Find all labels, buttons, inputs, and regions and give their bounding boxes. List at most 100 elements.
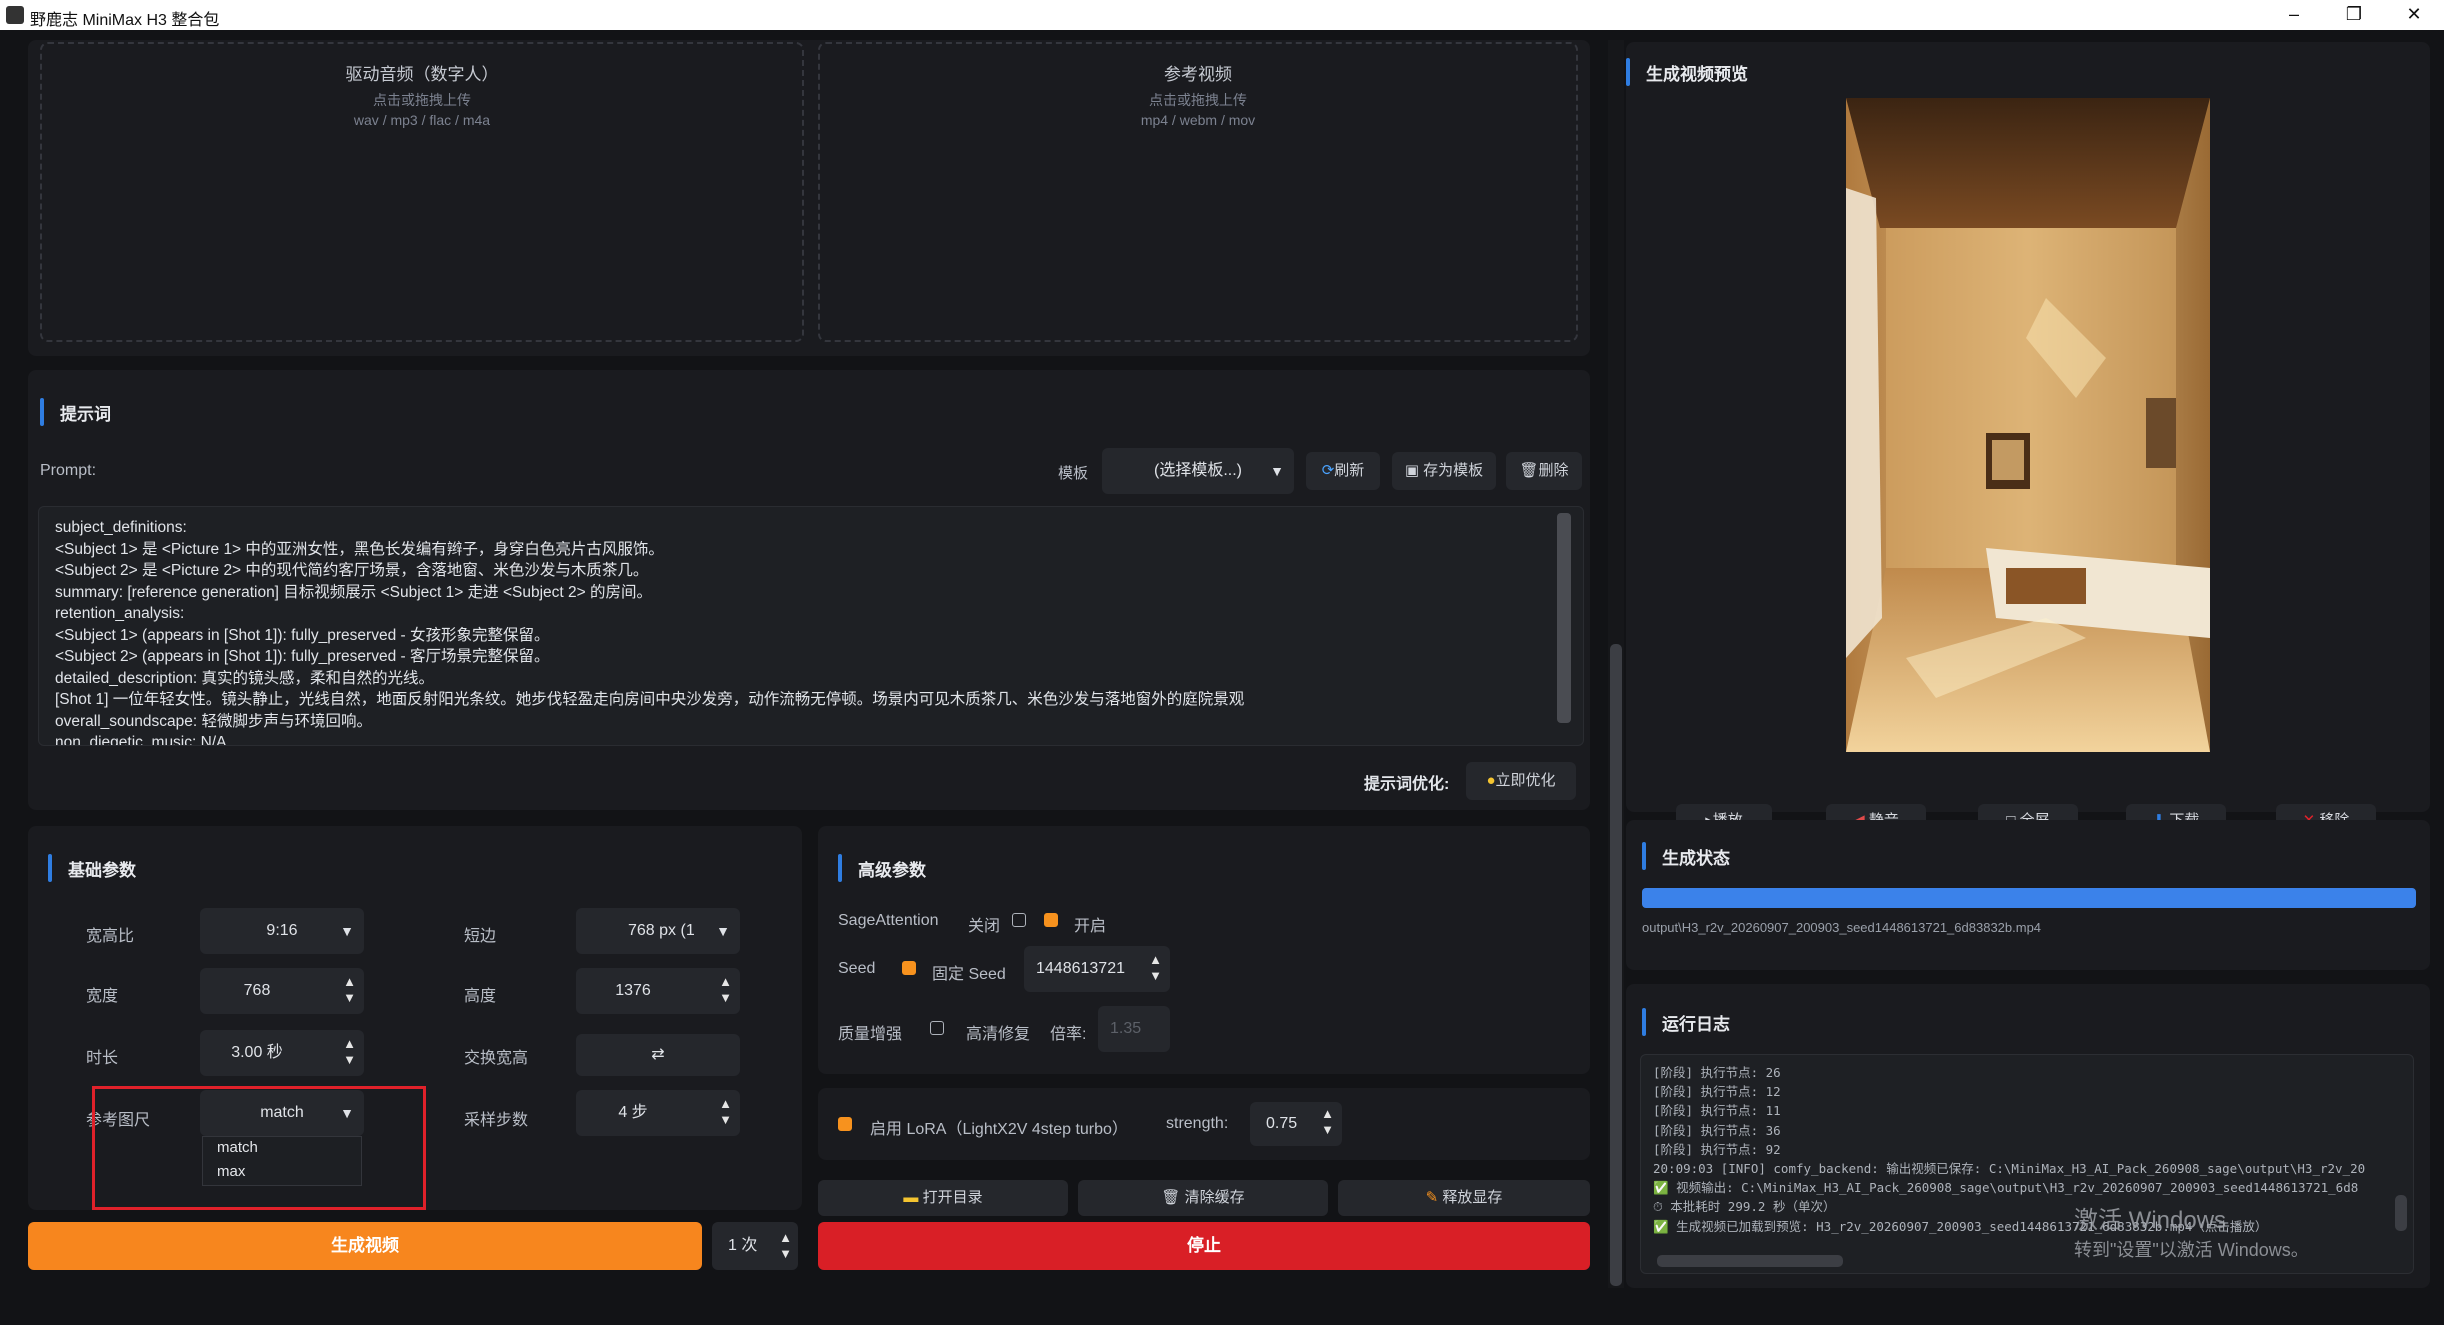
save-icon: ▣ — [1404, 462, 1419, 479]
ratio-label: 倍率: — [1050, 1026, 1087, 1043]
sage-on-checkbox[interactable] — [1044, 913, 1058, 927]
height-spinbox[interactable]: 1376 ▲ ▼ — [576, 968, 740, 1014]
sage-off-checkbox[interactable] — [1012, 913, 1026, 927]
duration-value: 3.00 秒 — [231, 1044, 283, 1061]
prompt-line: subject_definitions: — [55, 519, 187, 536]
minimize-button[interactable]: – — [2264, 0, 2324, 30]
spin-arrows[interactable]: ▲ ▼ — [779, 1230, 792, 1262]
video-frame-image — [1846, 98, 2210, 752]
preview-panel: 生成视频预览 — [1626, 42, 2430, 838]
prompt-line: <Subject 2> 是 <Picture 2> 中的现代简约客厅场景，含落地… — [55, 562, 649, 579]
prompt-text: subject_definitions: <Subject 1> 是 <Pictu… — [55, 517, 1245, 745]
spin-arrows[interactable]: ▲ ▼ — [1321, 1106, 1334, 1138]
lora-label: 启用 LoRA（LightX2V 4step turbo） — [870, 1121, 1128, 1138]
log-title: 运行日志 — [1662, 1015, 1730, 1034]
section-marker — [1642, 1008, 1646, 1036]
clear-cache-button[interactable]: 🗑 清除缓存 — [1078, 1180, 1328, 1216]
video-upload-dropzone[interactable]: 参考视频 点击或拖拽上传 mp4 / webm / mov — [818, 42, 1578, 342]
swap-label: 交换宽高 — [464, 1050, 529, 1067]
aspect-label: 宽高比 — [86, 928, 135, 945]
log-line: [阶段] 执行节点: 36 — [1653, 1122, 1781, 1138]
audio-upload-hint: 点击或拖拽上传 — [373, 92, 471, 108]
spin-arrows[interactable]: ▲ ▼ — [343, 1036, 356, 1068]
main-scrollbar[interactable] — [1608, 40, 1624, 1288]
spin-arrows[interactable]: ▲ ▼ — [343, 974, 356, 1006]
prompt-scrollbar[interactable] — [1557, 513, 1571, 741]
section-marker — [838, 854, 842, 882]
log-line: [阶段] 执行节点: 11 — [1653, 1103, 1781, 1119]
video-preview[interactable] — [1846, 98, 2210, 752]
width-spinbox[interactable]: 768 ▲ ▼ — [200, 968, 364, 1014]
progress-fill — [1642, 888, 2416, 908]
status-title: 生成状态 — [1662, 849, 1730, 868]
prompt-line: retention_analysis: — [55, 605, 185, 622]
basic-params-panel: 基础参数 宽高比 9:16 ▼ 短边 768 px (1 ▼ 宽度 768 ▲ ▼… — [28, 826, 802, 1210]
aspect-value: 9:16 — [266, 922, 298, 939]
short-side-value: 768 px (1 — [628, 922, 695, 939]
prompt-label: Prompt: — [40, 462, 97, 479]
strength-spinbox[interactable]: 0.75 ▲ ▼ — [1250, 1102, 1342, 1146]
steps-spinbox[interactable]: 4 步 ▲ ▼ — [576, 1090, 740, 1136]
hd-checkbox[interactable] — [930, 1021, 944, 1035]
log-line: [阶段] 执行节点: 26 — [1653, 1065, 1781, 1080]
prompt-scrollbar-thumb[interactable] — [1557, 513, 1571, 723]
short-side-select[interactable]: 768 px (1 ▼ — [576, 908, 740, 954]
log-line: [阶段] 执行节点: 12 — [1653, 1084, 1781, 1100]
open-directory-button[interactable]: ▬ 打开目录 — [818, 1180, 1068, 1216]
sage-label: SageAttention — [838, 912, 939, 929]
prompt-panel: 提示词 Prompt: 模板 (选择模板...) ▼ ⟳刷新 ▣ 存为模板 🗑删… — [28, 370, 1590, 810]
folder-icon: ▬ — [903, 1189, 919, 1206]
duration-label: 时长 — [86, 1050, 119, 1067]
log-vertical-scrollbar[interactable] — [2395, 1195, 2407, 1231]
width-value: 768 — [243, 982, 271, 999]
short-side-label: 短边 — [464, 928, 497, 945]
restore-button[interactable]: ❐ — [2324, 0, 2384, 30]
seed-label: Seed — [838, 960, 876, 977]
log-line: [阶段] 执行节点: 92 — [1653, 1141, 1781, 1157]
prompt-line: [Shot 1] 一位年轻女性。镜头静止，光线自然，地面反射阳光条纹。她步伐轻盈… — [55, 691, 1245, 708]
watermark-line1: 激活 Windows — [2074, 1207, 2227, 1234]
preview-title: 生成视频预览 — [1646, 65, 1748, 84]
close-button[interactable]: ✕ — [2384, 0, 2444, 30]
prompt-textarea[interactable]: subject_definitions: <Subject 1> 是 <Pictu… — [38, 506, 1584, 746]
lora-panel: 启用 LoRA（LightX2V 4step turbo） strength: … — [818, 1088, 1590, 1160]
height-label: 高度 — [464, 988, 497, 1005]
video-upload-hint: 点击或拖拽上传 — [1149, 92, 1247, 108]
window-title: 野鹿志 MiniMax H3 整合包 — [30, 12, 220, 29]
app-icon — [6, 6, 24, 24]
prompt-section-title: 提示词 — [60, 405, 111, 424]
fixed-seed-checkbox[interactable] — [902, 961, 916, 975]
stop-button[interactable]: 停止 — [818, 1222, 1590, 1270]
section-marker — [48, 854, 52, 882]
main-scrollbar-thumb[interactable] — [1610, 644, 1622, 1286]
generate-video-button[interactable]: 生成视频 — [28, 1222, 702, 1270]
refresh-icon: ⟳ — [1321, 462, 1335, 479]
video-upload-formats: mp4 / webm / mov — [1140, 112, 1256, 128]
aspect-select[interactable]: 9:16 ▼ — [200, 908, 364, 954]
spin-arrows[interactable]: ▲ ▼ — [719, 1096, 732, 1128]
refresh-template-button[interactable]: ⟳刷新 — [1306, 452, 1380, 490]
spin-arrows[interactable]: ▲ ▼ — [719, 974, 732, 1006]
lora-checkbox[interactable] — [838, 1117, 852, 1131]
audio-upload-formats: wav / mp3 / flac / m4a — [353, 112, 491, 128]
height-value: 1376 — [615, 982, 651, 999]
free-vram-button[interactable]: ✎ 释放显存 — [1338, 1180, 1590, 1216]
broom-icon: ✎ — [1425, 1189, 1439, 1206]
save-template-button[interactable]: ▣ 存为模板 — [1392, 452, 1496, 490]
count-spinbox[interactable]: 1 次 ▲ ▼ — [712, 1222, 798, 1270]
duration-spinbox[interactable]: 3.00 秒 ▲ ▼ — [200, 1030, 364, 1076]
swap-dimensions-button[interactable]: ⇄ — [576, 1034, 740, 1076]
chevron-down-icon: ▼ — [716, 923, 730, 939]
basic-params-title: 基础参数 — [68, 861, 136, 880]
seed-spinbox[interactable]: 1448613721 ▲ ▼ — [1024, 946, 1170, 992]
audio-upload-dropzone[interactable]: 驱动音频（数字人） 点击或拖拽上传 wav / mp3 / flac / m4a — [40, 42, 804, 342]
section-marker — [40, 398, 44, 426]
log-horizontal-scrollbar[interactable] — [1657, 1255, 1843, 1267]
spin-arrows[interactable]: ▲ ▼ — [1149, 952, 1162, 984]
quality-label: 质量增强 — [838, 1026, 903, 1043]
output-path: output\H3_r2v_20260907_200903_seed144861… — [1642, 920, 2042, 935]
delete-template-button[interactable]: 🗑删除 — [1506, 452, 1582, 490]
template-select[interactable]: (选择模板...) ▼ — [1102, 448, 1294, 494]
ratio-spinbox: 1.35 — [1098, 1006, 1170, 1052]
optimize-button[interactable]: ●立即优化 — [1466, 762, 1576, 800]
